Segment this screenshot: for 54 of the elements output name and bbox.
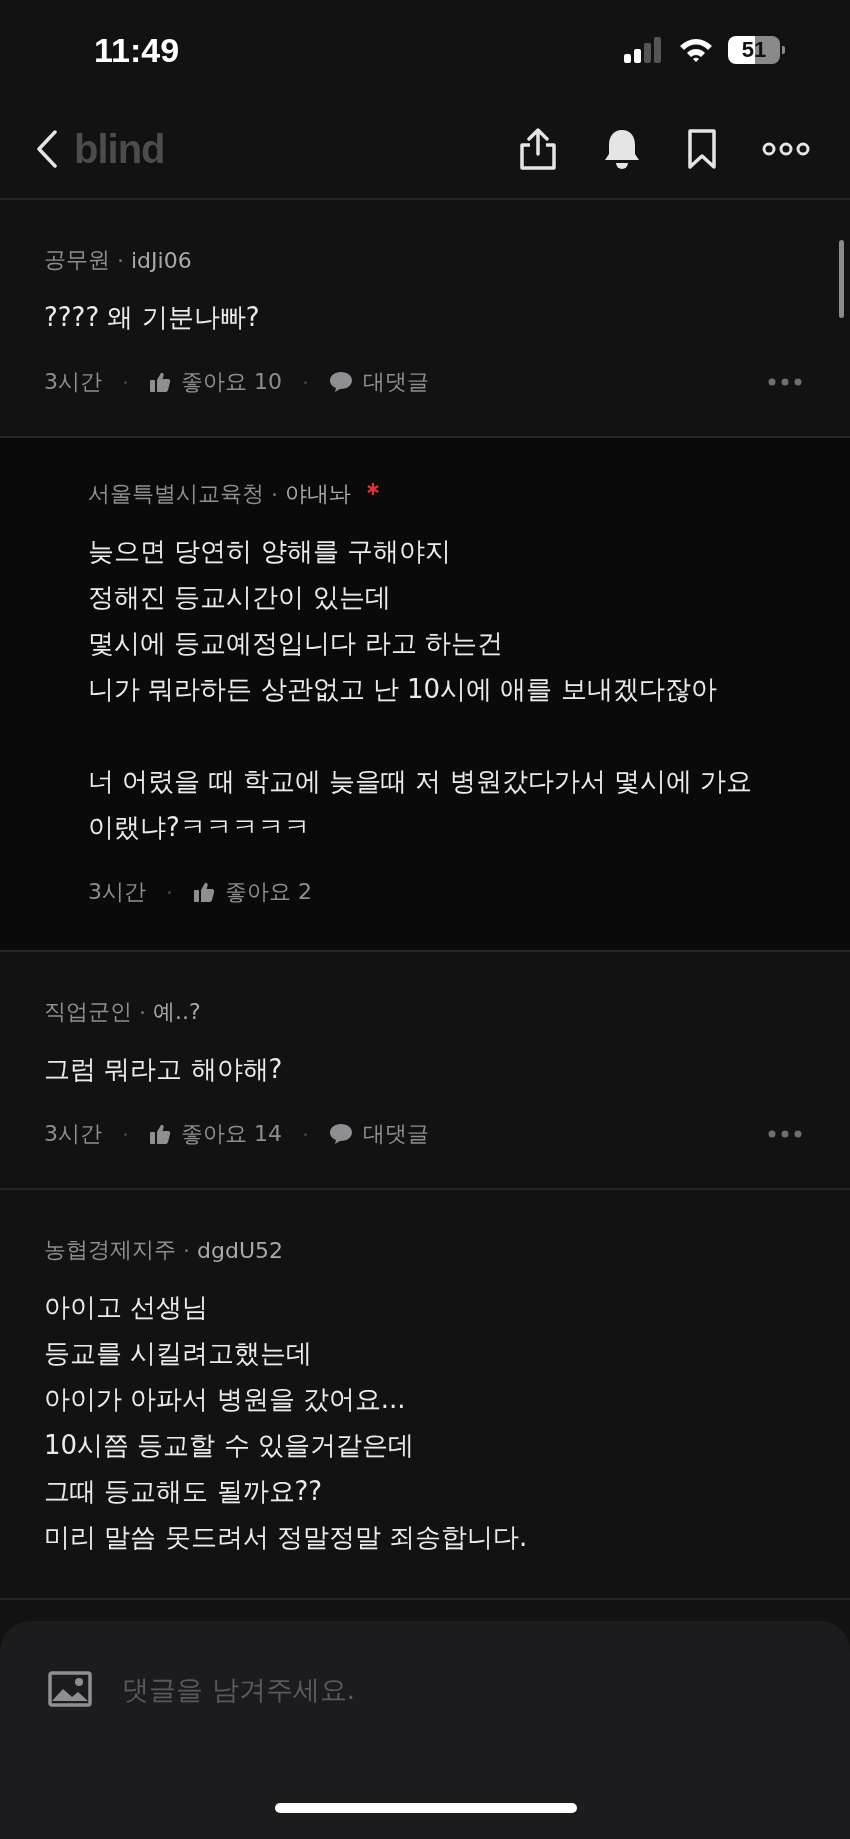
comment-text: 정해진 등교시간이 있는데 <box>88 581 392 614</box>
separator-dot <box>124 1132 127 1136</box>
separator-dot <box>273 492 276 496</box>
comment-text: 너 어렸을 때 학교에 늦을때 저 병원갔다가서 몇시에 가요 이랬냐?ㅋㅋㅋㅋㅋ <box>88 765 754 844</box>
comment-text: 그럼 뭐라고 해야해? <box>44 1053 284 1086</box>
separator-dot <box>168 890 171 894</box>
author-department: 공무원 <box>44 246 110 274</box>
author-nickname: dgdU52 <box>197 1237 283 1263</box>
comment-text: 미리 말씀 못드려서 정말정말 죄송합니다. <box>44 1521 529 1554</box>
notification-bell-icon[interactable] <box>602 128 642 170</box>
reply-button[interactable]: 대댓글 <box>329 367 429 397</box>
comment-text: 10시쯤 등교할 수 있을거같은데 <box>44 1429 415 1462</box>
speech-bubble-icon <box>329 371 353 393</box>
separator-dot <box>185 1248 188 1252</box>
author-department: 직업군인 <box>44 998 132 1026</box>
like-button[interactable]: 좋아요 14 <box>149 1119 282 1149</box>
author-nickname: idJi06 <box>131 247 192 273</box>
thumbs-up-icon <box>149 1123 171 1145</box>
comment-text: 늦으면 당연히 양해를 구해야지 <box>88 535 452 568</box>
more-icon[interactable] <box>762 142 810 156</box>
comment-text: 니가 뭐라하든 상관없고 난 10시에 애를 보내겠다잖아 <box>88 673 718 706</box>
author-nickname: 야내놔 <box>285 480 351 508</box>
status-time: 11:49 <box>94 30 180 70</box>
separator-dot <box>119 258 122 262</box>
image-icon[interactable] <box>48 1671 92 1707</box>
comment-time: 3시간 <box>44 1120 102 1148</box>
comment-text: 그때 등교해도 될까요?? <box>44 1475 324 1508</box>
speech-bubble-icon <box>329 1123 353 1145</box>
comment-input[interactable]: 댓글을 남겨주세요. <box>122 1671 810 1707</box>
author-nickname: 예..? <box>153 998 201 1026</box>
separator-dot <box>124 380 127 384</box>
signal-icon <box>624 37 664 63</box>
author-department: 농협경제지주 <box>44 1236 176 1264</box>
thumbs-up-icon <box>193 881 215 903</box>
comment-text: 아이가 아파서 병원을 갔어요... <box>44 1383 407 1416</box>
comment-text: ???? 왜 기분나빠? <box>44 301 261 334</box>
share-icon[interactable] <box>518 128 558 170</box>
bookmark-icon[interactable] <box>686 128 718 170</box>
wifi-icon <box>678 37 714 63</box>
comment-text: 등교를 시킬려고했는데 <box>44 1337 314 1370</box>
separator-dot <box>304 380 307 384</box>
like-button[interactable]: 좋아요 10 <box>149 367 282 397</box>
thumbs-up-icon <box>149 371 171 393</box>
like-button[interactable]: 좋아요 2 <box>193 877 312 907</box>
comment-text: 아이고 선생님 <box>44 1291 210 1324</box>
back-icon[interactable] <box>36 130 58 168</box>
comment-time: 3시간 <box>44 368 102 396</box>
reply-button[interactable]: 대댓글 <box>329 1119 429 1149</box>
separator-dot <box>304 1132 307 1136</box>
author-department: 서울특별시교육청 <box>88 480 264 508</box>
comment-time: 3시간 <box>88 878 146 906</box>
separator-dot <box>141 1010 144 1014</box>
app-logo: blind <box>74 126 165 172</box>
comment-text: 몇시에 등교예정입니다 라고 하는건 <box>88 627 504 660</box>
